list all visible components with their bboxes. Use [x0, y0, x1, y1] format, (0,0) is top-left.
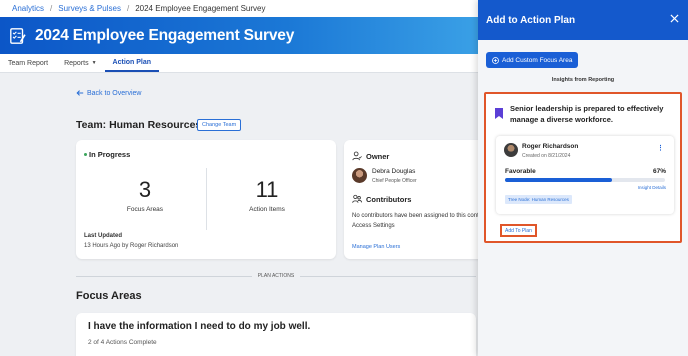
owner-card: Owner Debra Douglas Chief People Officer…: [344, 140, 484, 259]
panel-header: Add to Action Plan: [478, 0, 688, 40]
team-title: Team: Human Resources: [76, 119, 202, 131]
tab-bar: Team Report Reports ▼ Action Plan: [0, 54, 478, 73]
breadcrumb-current: 2024 Employee Engagement Survey: [135, 4, 266, 13]
add-custom-focus-area-label: Add Custom Focus Area: [502, 56, 573, 64]
bookmark-icon: [495, 108, 503, 119]
tab-label: Team Report: [8, 59, 49, 67]
action-items-count: 11: [255, 177, 279, 202]
contributors-heading: Contributors: [352, 194, 411, 204]
page-title: 2024 Employee Engagement Survey: [35, 26, 295, 44]
last-updated-label: Last Updated: [84, 233, 123, 239]
tab-label: Reports: [64, 59, 89, 67]
contributors-heading-text: Contributors: [366, 194, 412, 204]
focus-areas-heading: Focus Areas: [76, 290, 142, 302]
tab-action-plan[interactable]: Action Plan: [104, 54, 160, 72]
focus-area-card[interactable]: I have the information I need to do my j…: [76, 313, 476, 356]
breadcrumb-separator: /: [50, 4, 53, 13]
divider-line: [300, 275, 476, 277]
insights-section-label: Insights from Reporting: [551, 77, 615, 83]
contributors-text: No contributors have been assigned to th…: [352, 213, 484, 229]
divider-line: [76, 275, 252, 277]
add-to-action-plan-panel: Add to Action Plan Add Custom Focus Area…: [478, 0, 688, 356]
insight-card: Roger Richardson Created on 8/21/2024 ⋮ …: [496, 136, 674, 214]
close-icon[interactable]: [670, 14, 679, 23]
owner-heading-text: Owner: [366, 151, 390, 161]
insight-title: Senior leadership is prepared to effecti…: [510, 104, 664, 124]
insight-created-date: Created on 8/21/2024: [522, 153, 571, 159]
change-team-button[interactable]: Change Team: [197, 119, 242, 131]
tab-label: Action Plan: [112, 58, 152, 66]
plan-actions-label: PLAN ACTIONS: [257, 273, 295, 279]
breadcrumb-surveys[interactable]: Surveys & Pulses: [58, 4, 121, 13]
avatar: [504, 143, 518, 157]
owner-heading: Owner: [352, 151, 389, 161]
owner-name: Debra Douglas: [372, 168, 416, 175]
tree-node-tag: Tree Node: Human Resources: [505, 195, 572, 204]
caret-down-icon: ▼: [91, 60, 97, 66]
breadcrumb-separator: /: [126, 4, 130, 13]
breadcrumb-analytics[interactable]: Analytics: [12, 4, 44, 13]
user-icon: [352, 151, 362, 161]
metric-value: 67%: [652, 168, 666, 175]
tab-team-report[interactable]: Team Report: [0, 54, 56, 72]
metric-label: Favorable: [505, 168, 536, 175]
manage-plan-users-link[interactable]: Manage Plan Users: [352, 244, 400, 250]
progress-fill: [505, 178, 613, 182]
back-to-overview-link[interactable]: Back to Overview: [76, 89, 141, 97]
focus-areas-label: Focus Areas: [126, 206, 164, 213]
back-label: Back to Overview: [87, 89, 142, 97]
status-label: In Progress: [89, 150, 131, 159]
favorable-progress-bar: [505, 178, 665, 182]
focus-areas-count: 3: [138, 177, 152, 202]
plus-circle-icon: [492, 56, 499, 64]
plan-actions-divider: PLAN ACTIONS: [76, 271, 476, 281]
arrow-left-icon: [76, 90, 84, 96]
plan-status-card: In Progress 3 Focus Areas 11 Action Item…: [76, 140, 336, 259]
add-to-plan-button[interactable]: Add To Plan: [500, 224, 537, 237]
insight-author: Roger Richardson: [522, 143, 579, 150]
focus-area-progress: 2 of 4 Actions Complete: [88, 339, 157, 346]
owner-role: Chief People Officer: [372, 178, 417, 184]
panel-title: Add to Action Plan: [486, 14, 576, 26]
more-options-icon[interactable]: ⋮: [657, 144, 664, 152]
tab-reports[interactable]: Reports ▼: [56, 54, 104, 72]
insight-details-link[interactable]: Insight Details: [638, 185, 666, 190]
divider: [206, 168, 207, 230]
action-items-label: Action Items: [249, 206, 285, 213]
status-dot-icon: [84, 153, 87, 156]
focus-area-question: I have the information I need to do my j…: [88, 321, 311, 332]
add-custom-focus-area-button[interactable]: Add Custom Focus Area: [486, 52, 579, 68]
last-updated-value: 13 Hours Ago by Roger Richardson: [84, 243, 179, 249]
users-icon: [352, 194, 362, 203]
survey-checklist-icon: [10, 27, 26, 44]
survey-banner: 2024 Employee Engagement Survey: [0, 17, 478, 54]
avatar: [352, 168, 367, 183]
insight-item: Senior leadership is prepared to effecti…: [484, 92, 682, 243]
